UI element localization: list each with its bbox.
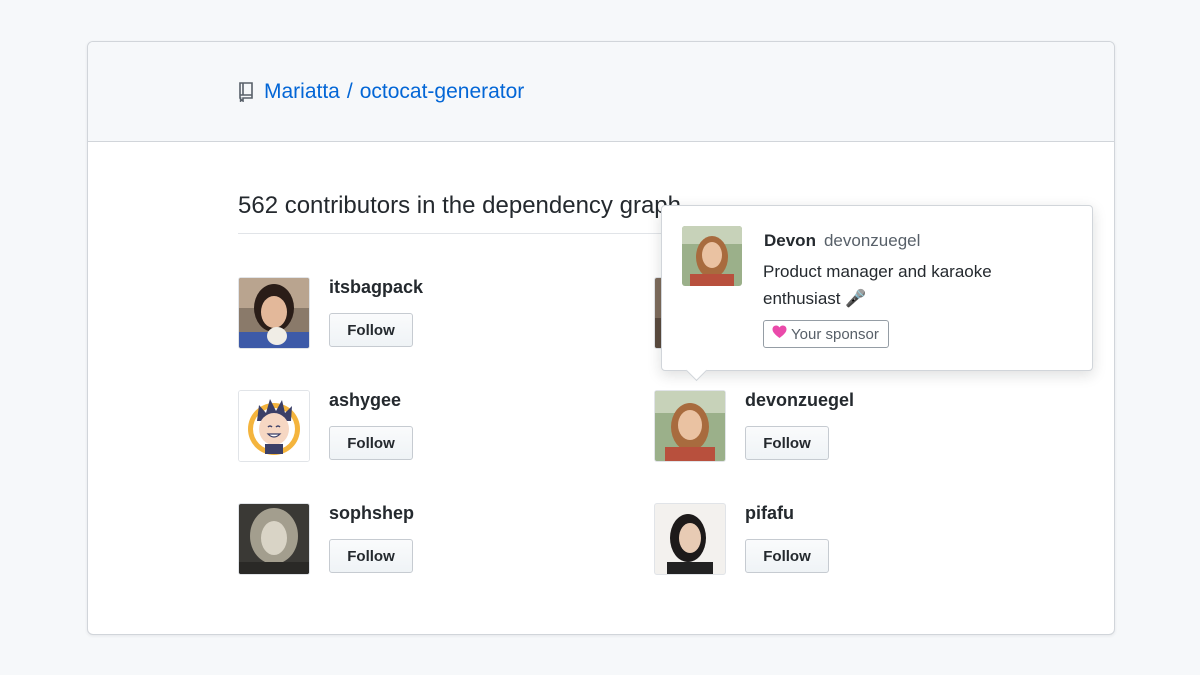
sponsor-badge: Your sponsor: [763, 320, 889, 348]
card-header: Mariatta / octocat-generator: [88, 42, 1114, 142]
follow-button[interactable]: Follow: [745, 426, 829, 460]
contributors-heading: 562 contributors in the dependency graph: [238, 192, 688, 234]
hovercard-display-name[interactable]: Devon: [764, 231, 816, 250]
avatar[interactable]: [654, 503, 726, 575]
avatar[interactable]: [238, 277, 310, 349]
follow-button[interactable]: Follow: [329, 313, 413, 347]
avatar[interactable]: [238, 390, 310, 462]
repo-owner-link[interactable]: Mariatta: [264, 80, 340, 104]
hovercard-login[interactable]: devonzuegel: [824, 231, 920, 250]
follow-button[interactable]: Follow: [745, 539, 829, 573]
avatar[interactable]: [238, 503, 310, 575]
follow-button[interactable]: Follow: [329, 539, 413, 573]
hovercard-bio: Product manager and karaoke enthusiast 🎤: [763, 262, 992, 308]
hovercard-avatar[interactable]: [682, 226, 742, 286]
heart-icon: [772, 325, 787, 343]
sponsor-badge-label: Your sponsor: [791, 325, 879, 343]
avatar[interactable]: [654, 390, 726, 462]
hovercard-name: Devon devonzuegel: [764, 231, 920, 251]
username[interactable]: pifafu: [745, 503, 794, 524]
follow-button[interactable]: Follow: [329, 426, 413, 460]
username[interactable]: devonzuegel: [745, 390, 854, 411]
repo-separator: /: [346, 80, 353, 103]
user-hovercard: Devon devonzuegel Product manager and kar…: [661, 205, 1093, 382]
repo-icon: [238, 82, 254, 103]
username[interactable]: sophshep: [329, 503, 414, 524]
username[interactable]: ashygee: [329, 390, 401, 411]
username[interactable]: itsbagpack: [329, 277, 423, 298]
repo-breadcrumb: Mariatta / octocat-generator: [238, 80, 524, 104]
repo-name-link[interactable]: octocat-generator: [360, 80, 525, 104]
